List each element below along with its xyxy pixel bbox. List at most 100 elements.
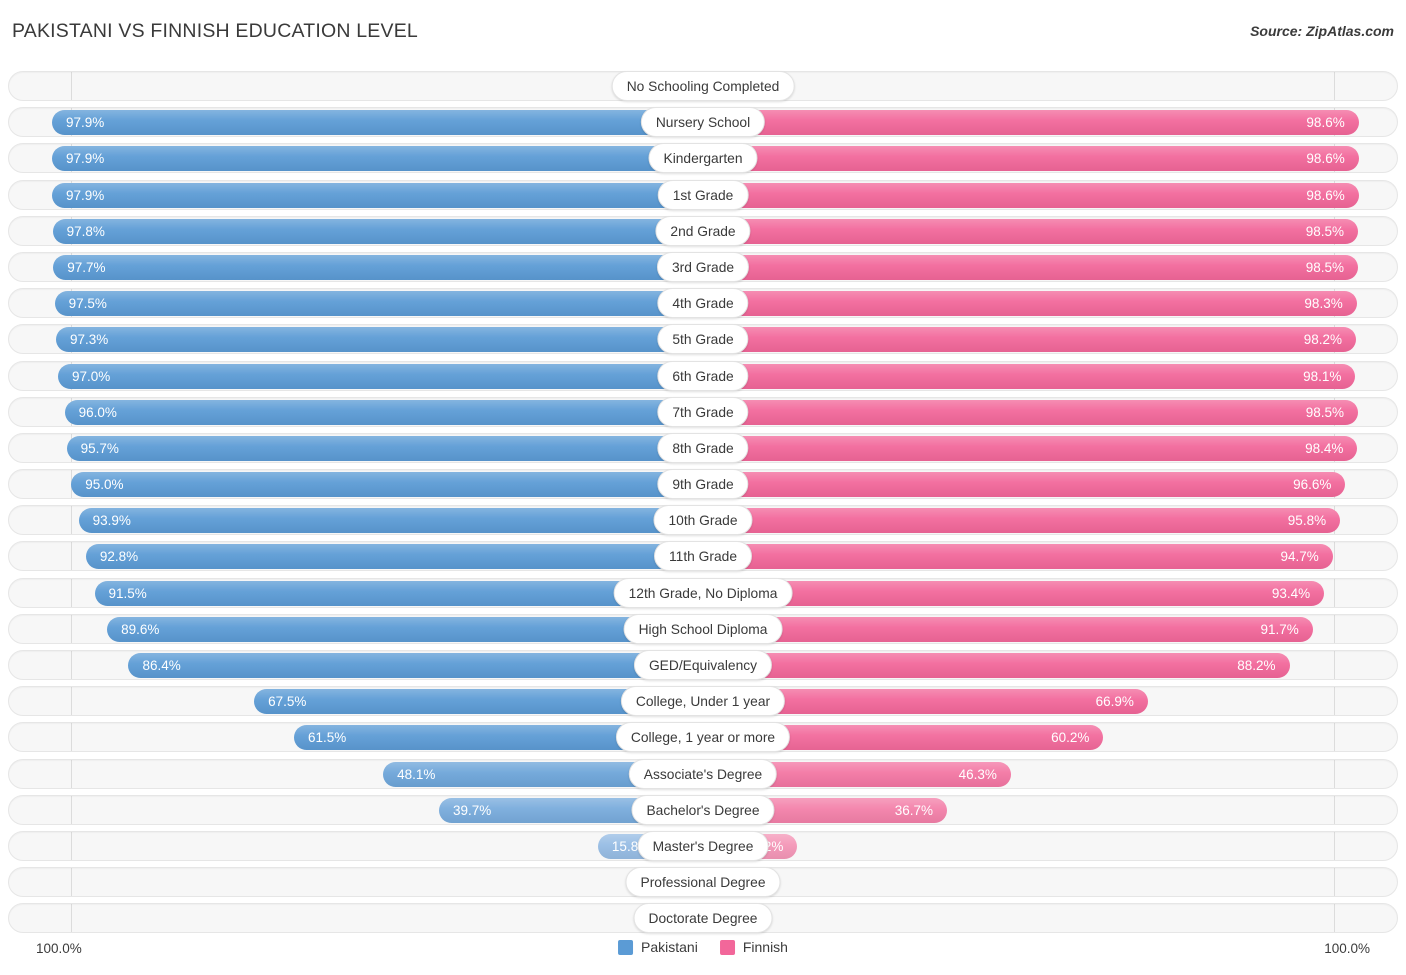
- page-title: PAKISTANI VS FINNISH EDUCATION LEVEL: [12, 20, 418, 42]
- gridline-right: [1334, 831, 1335, 860]
- category-label[interactable]: 8th Grade: [657, 432, 749, 463]
- category-label[interactable]: 12th Grade, No Diploma: [613, 577, 793, 608]
- gridline-right: [1334, 542, 1335, 571]
- gridline-left: [71, 723, 72, 752]
- bar-pakistani[interactable]: [55, 327, 703, 353]
- axis-label-right: 100.0%: [1324, 941, 1370, 956]
- gridline-left: [71, 578, 72, 607]
- bar-pakistani[interactable]: [64, 399, 703, 425]
- category-label[interactable]: Professional Degree: [625, 867, 781, 898]
- category-label[interactable]: College, Under 1 year: [620, 686, 786, 717]
- legend-item-finnish[interactable]: Finnish: [719, 939, 788, 955]
- bar-pakistani[interactable]: [54, 291, 703, 317]
- chart-row: 93.9% 95.8% 10th Grade: [0, 502, 1406, 538]
- chart-page: PAKISTANI VS FINNISH EDUCATION LEVEL Sou…: [0, 0, 1406, 975]
- category-label[interactable]: Master's Degree: [637, 830, 769, 861]
- bar-pakistani[interactable]: [78, 508, 703, 534]
- bar-gloss: [51, 110, 703, 136]
- bar-pakistani[interactable]: [52, 218, 703, 244]
- value-label-finnish: 98.4%: [1305, 440, 1344, 456]
- bar-pakistani[interactable]: [57, 363, 703, 389]
- category-label[interactable]: 7th Grade: [657, 396, 749, 427]
- bar-finnish[interactable]: [703, 291, 1357, 317]
- bar-finnish[interactable]: [703, 254, 1359, 280]
- bar-gloss: [53, 254, 703, 280]
- bar-finnish[interactable]: [703, 508, 1341, 534]
- category-label[interactable]: 2nd Grade: [655, 215, 751, 246]
- bar-pakistani[interactable]: [51, 110, 703, 136]
- bar-finnish[interactable]: [703, 616, 1313, 642]
- category-label[interactable]: 11th Grade: [653, 541, 753, 572]
- chart-row: 91.5% 93.4% 12th Grade, No Diploma: [0, 575, 1406, 611]
- value-label-pakistani: 89.6%: [121, 621, 160, 637]
- bar-finnish[interactable]: [703, 110, 1359, 136]
- category-label[interactable]: Doctorate Degree: [633, 903, 773, 934]
- category-label[interactable]: Nursery School: [640, 107, 766, 138]
- bar-gloss: [703, 254, 1359, 280]
- category-label[interactable]: Bachelor's Degree: [631, 794, 775, 825]
- chart-row: 39.7% 36.7% Bachelor's Degree: [0, 792, 1406, 828]
- chart-row: 61.5% 60.2% College, 1 year or more: [0, 719, 1406, 755]
- value-label-finnish: 98.5%: [1305, 259, 1345, 275]
- category-label[interactable]: 6th Grade: [657, 360, 749, 391]
- legend-item-pakistani[interactable]: Pakistani: [618, 939, 698, 955]
- bar-pakistani[interactable]: [85, 544, 703, 570]
- bar-finnish[interactable]: [703, 327, 1357, 353]
- category-label[interactable]: No Schooling Completed: [611, 71, 795, 101]
- bar-pakistani[interactable]: [51, 182, 703, 208]
- chart-row: 67.5% 66.9% College, Under 1 year: [0, 683, 1406, 719]
- value-label-pakistani: 97.9%: [65, 115, 105, 131]
- gridline-right: [1334, 614, 1335, 643]
- value-label-finnish: 98.5%: [1305, 404, 1345, 420]
- category-label[interactable]: 3rd Grade: [656, 251, 750, 282]
- bar-pakistani[interactable]: [53, 254, 703, 280]
- bar-finnish[interactable]: [703, 544, 1333, 570]
- bar-finnish[interactable]: [703, 472, 1346, 498]
- gridline-right: [1334, 72, 1335, 100]
- category-label[interactable]: 1st Grade: [657, 179, 749, 210]
- bar-finnish[interactable]: [703, 146, 1359, 172]
- bar-pakistani[interactable]: [51, 146, 703, 172]
- bar-pakistani[interactable]: [107, 616, 703, 642]
- category-label[interactable]: Associate's Degree: [628, 758, 778, 789]
- chart-row: 86.4% 88.2% GED/Equivalency: [0, 647, 1406, 683]
- value-label-finnish: 96.6%: [1293, 477, 1332, 493]
- bar-gloss: [78, 508, 703, 534]
- bar-gloss: [71, 472, 703, 498]
- category-label[interactable]: 10th Grade: [653, 505, 753, 536]
- bar-gloss: [703, 472, 1346, 498]
- bar-pakistani[interactable]: [94, 580, 703, 606]
- bar-finnish[interactable]: [703, 182, 1359, 208]
- category-label[interactable]: High School Diploma: [623, 613, 783, 644]
- bar-finnish[interactable]: [703, 218, 1359, 244]
- bar-gloss: [703, 508, 1341, 534]
- gridline-right: [1334, 578, 1335, 607]
- gridline-right: [1334, 723, 1335, 752]
- category-label[interactable]: College, 1 year or more: [615, 722, 791, 753]
- category-label[interactable]: 9th Grade: [657, 469, 749, 500]
- chart-row: 97.8% 98.5% 2nd Grade: [0, 213, 1406, 249]
- value-label-pakistani: 96.0%: [78, 404, 117, 420]
- value-label-pakistani: 97.0%: [71, 368, 111, 384]
- bar-finnish[interactable]: [703, 363, 1356, 389]
- bar-pakistani[interactable]: [128, 653, 703, 678]
- gridline-left: [71, 542, 72, 571]
- bar-pakistani[interactable]: [71, 472, 703, 498]
- bar-finnish[interactable]: [703, 435, 1358, 461]
- bar-pakistani[interactable]: [66, 435, 703, 461]
- category-label[interactable]: 5th Grade: [657, 324, 749, 355]
- gridline-right: [1334, 687, 1335, 716]
- bar-gloss: [54, 291, 703, 317]
- value-label-pakistani: 86.4%: [142, 658, 181, 673]
- category-label[interactable]: 4th Grade: [657, 288, 749, 319]
- chart-row: 95.0% 96.6% 9th Grade: [0, 466, 1406, 502]
- legend-label: Finnish: [742, 939, 788, 955]
- value-label-pakistani: 67.5%: [268, 694, 307, 710]
- gridline-left: [71, 868, 72, 897]
- category-label[interactable]: Kindergarten: [648, 143, 758, 174]
- bar-finnish[interactable]: [703, 399, 1359, 425]
- value-label-finnish: 46.3%: [958, 766, 997, 782]
- bar-finnish[interactable]: [703, 653, 1290, 678]
- bar-finnish[interactable]: [703, 580, 1325, 606]
- category-label[interactable]: GED/Equivalency: [633, 650, 773, 680]
